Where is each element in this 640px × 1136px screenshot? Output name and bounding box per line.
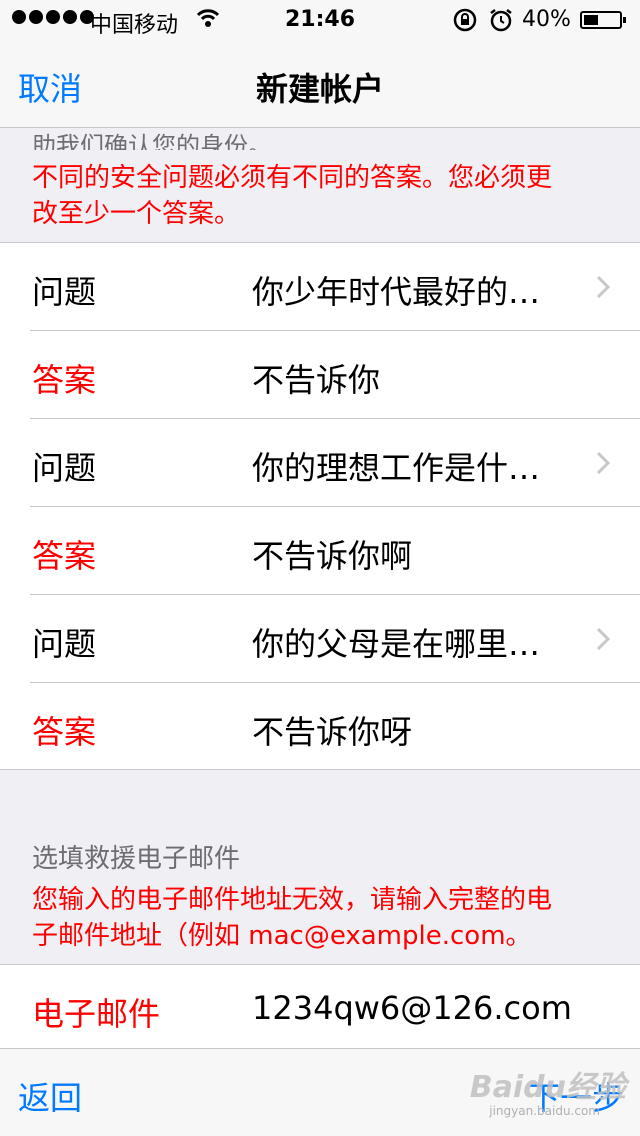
question-value: 你的理想工作是什… bbox=[252, 449, 541, 487]
answer-label: 答案 bbox=[32, 713, 97, 751]
status-bar: 中国移动 21:46 40% bbox=[0, 0, 640, 40]
email-group: 电子邮件 1234qw6@126.com bbox=[0, 964, 640, 1050]
question-value: 你少年时代最好的… bbox=[252, 273, 541, 311]
question-row-1[interactable]: 问题 你少年时代最好的… bbox=[0, 243, 640, 331]
security-section-header: 助我们确认您的身份。 bbox=[32, 132, 272, 150]
answer-row-3[interactable]: 答案 不告诉你呀 bbox=[0, 683, 640, 771]
battery-percent: 40% bbox=[522, 7, 571, 32]
answer-label: 答案 bbox=[32, 361, 97, 399]
question-label: 问题 bbox=[32, 273, 97, 311]
alarm-icon bbox=[488, 7, 514, 39]
email-row[interactable]: 电子邮件 1234qw6@126.com bbox=[0, 965, 640, 1053]
question-row-3[interactable]: 问题 你的父母是在哪里… bbox=[0, 595, 640, 683]
answer-input[interactable]: 不告诉你呀 bbox=[252, 707, 412, 753]
security-error-message: 不同的安全问题必须有不同的答案。您必须更 改至少一个答案。 bbox=[32, 160, 612, 232]
question-label: 问题 bbox=[32, 449, 97, 487]
rescue-email-section-header: 选填救援电子邮件 bbox=[32, 844, 241, 874]
security-questions-group: 问题 你少年时代最好的… 答案 不告诉你 问题 你的理想工作是什… 答案 不告诉… bbox=[0, 242, 640, 770]
answer-input[interactable]: 不告诉你 bbox=[252, 355, 380, 401]
page-title: 新建帐户 bbox=[255, 70, 384, 108]
answer-row-1[interactable]: 答案 不告诉你 bbox=[0, 331, 640, 419]
battery-icon bbox=[580, 11, 626, 29]
email-field[interactable]: 1234qw6@126.com bbox=[252, 989, 572, 1027]
chevron-right-icon bbox=[596, 627, 611, 655]
security-error-line: 不同的安全问题必须有不同的答案。您必须更 bbox=[32, 163, 553, 193]
security-error-line: 改至少一个答案。 bbox=[32, 199, 241, 229]
watermark-logo: Baidu经验 bbox=[469, 1070, 626, 1105]
question-label: 问题 bbox=[32, 625, 97, 663]
answer-label: 答案 bbox=[32, 537, 97, 575]
navigation-bar: 取消 新建帐户 bbox=[0, 40, 640, 128]
answer-input[interactable]: 不告诉你啊 bbox=[252, 531, 412, 577]
back-button[interactable]: 返回 bbox=[18, 1073, 82, 1119]
email-error-message: 您输入的电子邮件地址无效，请输入完整的电 子邮件地址（例如 mac@exampl… bbox=[32, 882, 612, 954]
answer-row-2[interactable]: 答案 不告诉你啊 bbox=[0, 507, 640, 595]
question-value: 你的父母是在哪里… bbox=[252, 625, 541, 663]
email-error-line: 子邮件地址（例如 mac@example.com。 bbox=[32, 921, 532, 951]
chevron-right-icon bbox=[596, 275, 611, 303]
watermark-url: jingyan.baidu.com bbox=[489, 1104, 600, 1118]
question-row-2[interactable]: 问题 你的理想工作是什… bbox=[0, 419, 640, 507]
email-label: 电子邮件 bbox=[32, 995, 161, 1033]
rotation-lock-icon bbox=[452, 7, 478, 39]
email-error-line: 您输入的电子邮件地址无效，请输入完整的电 bbox=[32, 885, 553, 915]
chevron-right-icon bbox=[596, 451, 611, 479]
